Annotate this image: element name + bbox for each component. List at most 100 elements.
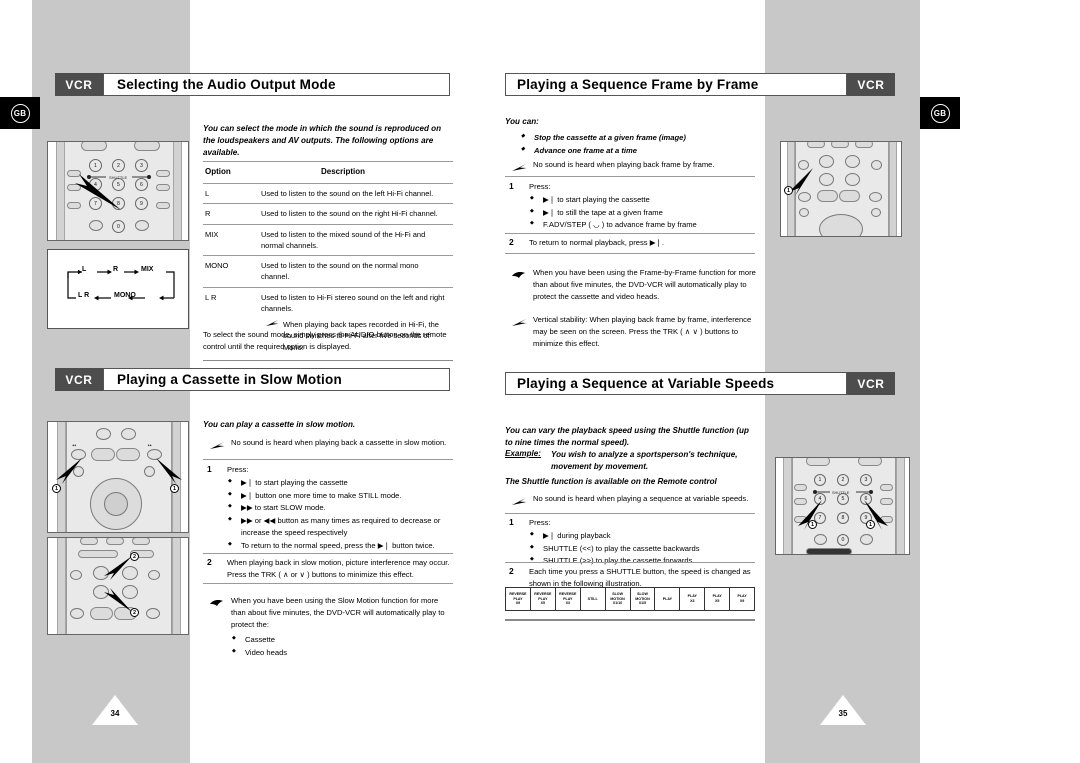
remote-button-audio <box>794 484 807 491</box>
slow-motion-rule-mid <box>203 553 453 554</box>
table-row-rule <box>203 203 453 205</box>
speed-cell: REVERSE PLAY X9 <box>506 588 531 610</box>
remote-button-display <box>871 160 882 170</box>
remote-button-audio-subtitle <box>156 184 170 191</box>
step-1-bullet: To return to the normal speed, press the… <box>227 540 455 553</box>
remote-button-trk-up <box>96 428 111 440</box>
remote-button-top-2 <box>106 538 124 545</box>
remote-button-power <box>81 142 107 151</box>
remote-button-clear <box>860 534 873 545</box>
remote-button-dvd-sound <box>89 220 103 231</box>
speed-illustration-strip: REVERSE PLAY X9 REVERSE PLAY X5 REVERSE … <box>505 587 755 611</box>
remote-key-0: 0 <box>837 534 849 546</box>
option-description: Used to listen to the sound on the norma… <box>261 261 419 282</box>
remote-button-tvvcr <box>880 484 893 491</box>
svg-text:SHUTTLE: SHUTTLE <box>832 491 850 495</box>
section-title-audio-output: Selecting the Audio Output Mode <box>103 73 450 96</box>
frame-by-frame-arrow-note-2: Vertical stability: When playing back fr… <box>505 314 757 350</box>
table-header-description: Description <box>321 167 366 176</box>
step-1-bullets: ▶❘ to start playing the cassette ▶❘ butt… <box>227 477 455 552</box>
step-1: 1 Press: ▶❘ during playback SHUTTLE (<<)… <box>505 517 757 568</box>
speed-cell: PLAY X5 <box>705 588 731 610</box>
remote-button-dvd-sound <box>814 534 827 545</box>
section-header-audio-output: VCR Selecting the Audio Output Mode <box>55 73 450 96</box>
remote-label-rew: ◀◀ <box>72 444 76 447</box>
speed-cell: PLAY X9 <box>737 594 747 603</box>
speed-cell: REVERSE PLAY X3 <box>556 588 581 610</box>
vcr-tag-audio: VCR <box>55 73 103 96</box>
audio-output-intro: You can select the mode in which the sou… <box>203 124 442 158</box>
intro-bullet: Advance one frame at a time <box>520 145 760 158</box>
callout-number: 1 <box>784 186 793 195</box>
step-1-body: Press: ▶❘ during playback SHUTTLE (<<) t… <box>529 517 757 568</box>
remote-label-ff: ▶▶ <box>148 444 152 447</box>
step-1-bullet: ▶❘ button one more time to make STILL mo… <box>227 490 455 503</box>
table-row: L Used to listen to the sound on the lef… <box>203 184 453 203</box>
callout-arrow-audio-button <box>75 174 121 210</box>
table-top-rule <box>203 161 453 162</box>
arrow-note-glyph <box>511 498 526 505</box>
speed-cell: PLAY <box>655 588 681 610</box>
option-description: Used to listen to the sound on the left … <box>261 189 434 198</box>
remote-key-3: 3 <box>860 474 872 486</box>
remote-left-rail <box>57 538 66 634</box>
frame-by-frame-hand-note-text: When you have been using the Frame-by-Fr… <box>533 268 756 302</box>
step-2-number: 2 <box>509 237 514 247</box>
table-row: MIX Used to listen to the mixed sound of… <box>203 225 453 256</box>
step-1: 1 Press: ▶❘ to start playing the cassett… <box>505 181 757 232</box>
step-1-bullet: ▶▶ or ◀◀ button as many times as require… <box>227 515 455 540</box>
step-1-bullet: SHUTTLE (<<) to play the cassette backwa… <box>529 543 757 556</box>
table-bottom-rule <box>203 359 453 362</box>
example-text: You wish to analyze a sportsperson's tec… <box>551 450 738 472</box>
vs-rule-top <box>505 513 755 514</box>
remote-illustration-slow-1: ◀◀ ▶▶ 1 1 <box>47 421 189 533</box>
remote-left-rail <box>783 458 792 554</box>
section-title-frame-by-frame: Playing a Sequence Frame by Frame <box>505 73 847 96</box>
variable-speeds-intro: You can vary the playback speed using th… <box>505 426 749 448</box>
remote-key-8: 8 <box>837 512 849 524</box>
remote-dpad <box>819 214 863 236</box>
slow-motion-hand-note: When you have been using the Slow Motion… <box>203 595 455 659</box>
remote-dpad-center <box>104 492 128 516</box>
remote-key-2: 2 <box>837 474 849 486</box>
step-1-title: Press: <box>529 518 551 527</box>
frame-by-frame-step2: 2 To return to normal playback, press ▶❘… <box>505 237 757 252</box>
remote-button-dvd-vcr-sound <box>806 548 852 554</box>
audio-cycle-svg <box>67 269 175 301</box>
option-key: R <box>205 209 211 219</box>
remote-right-rail <box>889 142 897 236</box>
remote-button-top-1 <box>80 538 98 545</box>
remote-button-tvvcr <box>156 170 170 177</box>
hand-note-bullet: Video heads <box>231 647 455 660</box>
arrow-note-glyph <box>209 442 224 449</box>
section-title-variable-speeds: Playing a Sequence at Variable Speeds <box>505 372 847 395</box>
step-2-body: To return to normal playback, press ▶❘. <box>529 238 665 247</box>
remote-button-eject <box>70 570 82 580</box>
speed-cell: REVERSE PLAY X5 <box>531 588 556 610</box>
slow-motion-intro: You can play a cassette in slow motion. <box>203 420 356 429</box>
step-1-number: 1 <box>509 517 514 527</box>
intro-bullet: Stop the cassette at a given frame (imag… <box>520 132 760 145</box>
speed-cell: SLOW MOTION X1/5 <box>631 588 656 610</box>
step-1-bullet: ▶❘ to still the tape at a given frame <box>529 207 757 220</box>
step-1-number: 1 <box>207 464 212 474</box>
cycle-label-mix: MIX <box>141 266 154 273</box>
vs-rule-mid <box>505 562 755 563</box>
page-number-left-label: 34 <box>110 709 120 718</box>
fbf-rule-mid <box>505 233 755 234</box>
gb-badge-right: GB <box>920 97 960 129</box>
slow-motion-rule-bottom <box>203 583 453 584</box>
callout-number-right: 1 <box>866 520 875 529</box>
callout-number-right: 1 <box>170 484 179 493</box>
fbf-rule-bottom <box>505 253 755 254</box>
page-number-right-label: 35 <box>838 709 848 718</box>
arrow-note-icon <box>505 493 533 512</box>
step-1: 1 Press: ▶❘ to start playing the cassett… <box>203 464 455 552</box>
option-description: Used to listen to the mixed sound of the… <box>261 229 426 250</box>
table-row-rule <box>203 223 453 225</box>
callout-arrow-ff <box>156 458 182 484</box>
vcr-tag-slow-motion: VCR <box>55 368 103 391</box>
gb-badge-left-label: GB <box>10 103 30 123</box>
frame-by-frame-intro-bullets: Stop the cassette at a given frame (imag… <box>520 132 760 157</box>
fbf-rule-top <box>505 176 755 177</box>
